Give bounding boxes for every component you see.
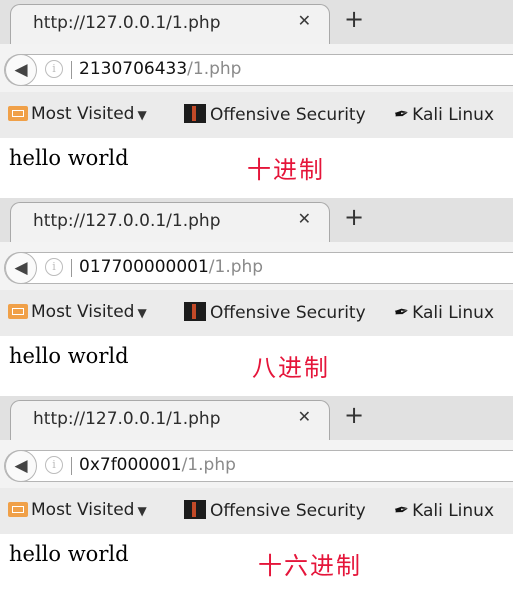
url-bar[interactable]: ◀ i 017700000001/1.php xyxy=(4,252,513,284)
offensive-security-icon xyxy=(184,104,206,123)
url-bar[interactable]: ◀ i 2130706433/1.php xyxy=(4,54,513,86)
bookmark-label: Kali Linux xyxy=(412,501,495,521)
browser-panel-octal: http://127.0.0.1/1.php ✕ + ◀ i 017700000… xyxy=(0,198,513,396)
close-icon[interactable]: ✕ xyxy=(298,11,311,30)
tab-title: http://127.0.0.1/1.php xyxy=(33,211,221,231)
tab-title: http://127.0.0.1/1.php xyxy=(33,13,221,33)
plus-icon[interactable]: + xyxy=(344,205,364,229)
offensive-security-icon xyxy=(184,500,206,519)
url-host: 017700000001 xyxy=(79,257,209,277)
bookmark-offensive-security[interactable]: Offensive Security xyxy=(184,302,366,323)
bookmark-most-visited[interactable]: Most Visited ▼ xyxy=(8,302,147,322)
bookmark-kali-linux[interactable]: ✒Kali Linux xyxy=(392,300,495,325)
offensive-security-icon xyxy=(184,302,206,321)
url-separator xyxy=(71,457,72,475)
url-separator xyxy=(71,61,72,79)
bookmark-label: Kali Linux xyxy=(412,303,495,323)
bookmark-offensive-security[interactable]: Offensive Security xyxy=(184,104,366,125)
page-content: hello world 十六进制 xyxy=(0,534,513,594)
info-icon[interactable]: i xyxy=(45,456,63,474)
back-arrow-icon[interactable]: ◀ xyxy=(5,450,37,482)
bookmark-label: Offensive Security xyxy=(210,501,366,521)
tab-active[interactable]: http://127.0.0.1/1.php ✕ xyxy=(10,4,330,44)
folder-icon xyxy=(8,304,28,319)
bookmark-label: Most Visited xyxy=(31,104,135,124)
back-arrow-icon[interactable]: ◀ xyxy=(5,252,37,284)
back-arrow-icon[interactable]: ◀ xyxy=(5,54,37,86)
bookmark-kali-linux[interactable]: ✒Kali Linux xyxy=(392,102,495,127)
bookmark-most-visited[interactable]: Most Visited ▼ xyxy=(8,104,147,124)
folder-icon xyxy=(8,106,28,121)
bookmark-label: Most Visited xyxy=(31,500,135,520)
close-icon[interactable]: ✕ xyxy=(298,407,311,426)
kali-dragon-icon: ✒ xyxy=(392,498,411,523)
page-content: hello world 十进制 xyxy=(0,138,513,198)
bookmark-most-visited[interactable]: Most Visited ▼ xyxy=(8,500,147,520)
info-icon[interactable]: i xyxy=(45,60,63,78)
kali-dragon-icon: ✒ xyxy=(392,300,411,325)
folder-icon xyxy=(8,502,28,517)
nav-bar: ◀ i 017700000001/1.php xyxy=(0,242,513,290)
page-content: hello world 八进制 xyxy=(0,336,513,396)
url-path: /1.php xyxy=(187,59,242,79)
chevron-down-icon: ▼ xyxy=(137,504,147,518)
bookmarks-toolbar: Most Visited ▼ Offensive Security ✒Kali L… xyxy=(0,92,513,138)
page-text: hello world xyxy=(9,344,129,368)
tab-title: http://127.0.0.1/1.php xyxy=(33,409,221,429)
annotation-label: 十六进制 xyxy=(258,552,362,580)
plus-icon[interactable]: + xyxy=(344,403,364,427)
chevron-down-icon: ▼ xyxy=(137,306,147,320)
close-icon[interactable]: ✕ xyxy=(298,209,311,228)
url-host: 2130706433 xyxy=(79,59,188,79)
url-host: 0x7f000001 xyxy=(79,455,182,475)
tab-strip: http://127.0.0.1/1.php ✕ + xyxy=(0,198,513,242)
bookmarks-toolbar: Most Visited ▼ Offensive Security ✒Kali L… xyxy=(0,488,513,534)
browser-chrome: http://127.0.0.1/1.php ✕ + ◀ i 017700000… xyxy=(0,198,513,336)
bookmark-label: Most Visited xyxy=(31,302,135,322)
url-bar[interactable]: ◀ i 0x7f000001/1.php xyxy=(4,450,513,482)
url-path: /1.php xyxy=(181,455,236,475)
bookmark-label: Offensive Security xyxy=(210,105,366,125)
url-path: /1.php xyxy=(208,257,264,277)
tab-active[interactable]: http://127.0.0.1/1.php ✕ xyxy=(10,202,330,242)
info-icon[interactable]: i xyxy=(45,258,63,276)
url-separator xyxy=(71,259,72,277)
plus-icon[interactable]: + xyxy=(344,7,364,31)
bookmark-label: Offensive Security xyxy=(210,303,366,323)
url-text[interactable]: 0x7f000001/1.php xyxy=(79,455,236,475)
bookmark-offensive-security[interactable]: Offensive Security xyxy=(184,500,366,521)
nav-bar: ◀ i 0x7f000001/1.php xyxy=(0,440,513,488)
tab-strip: http://127.0.0.1/1.php ✕ + xyxy=(0,396,513,440)
browser-chrome: http://127.0.0.1/1.php ✕ + ◀ i 0x7f00000… xyxy=(0,396,513,534)
browser-panel-hex: http://127.0.0.1/1.php ✕ + ◀ i 0x7f00000… xyxy=(0,396,513,594)
browser-panel-decimal: http://127.0.0.1/1.php ✕ + ◀ i 213070643… xyxy=(0,0,513,198)
bookmark-label: Kali Linux xyxy=(412,105,495,125)
page-text: hello world xyxy=(9,146,129,170)
kali-dragon-icon: ✒ xyxy=(392,102,411,127)
url-text[interactable]: 017700000001/1.php xyxy=(79,257,263,277)
annotation-label: 十进制 xyxy=(247,156,325,184)
tab-active[interactable]: http://127.0.0.1/1.php ✕ xyxy=(10,400,330,440)
annotation-label: 八进制 xyxy=(252,354,330,382)
browser-chrome: http://127.0.0.1/1.php ✕ + ◀ i 213070643… xyxy=(0,0,513,138)
bookmarks-toolbar: Most Visited ▼ Offensive Security ✒Kali L… xyxy=(0,290,513,336)
tab-strip: http://127.0.0.1/1.php ✕ + xyxy=(0,0,513,44)
url-text[interactable]: 2130706433/1.php xyxy=(79,59,241,79)
bookmark-kali-linux[interactable]: ✒Kali Linux xyxy=(392,498,495,523)
chevron-down-icon: ▼ xyxy=(137,108,147,122)
page-text: hello world xyxy=(9,542,129,566)
nav-bar: ◀ i 2130706433/1.php xyxy=(0,44,513,92)
